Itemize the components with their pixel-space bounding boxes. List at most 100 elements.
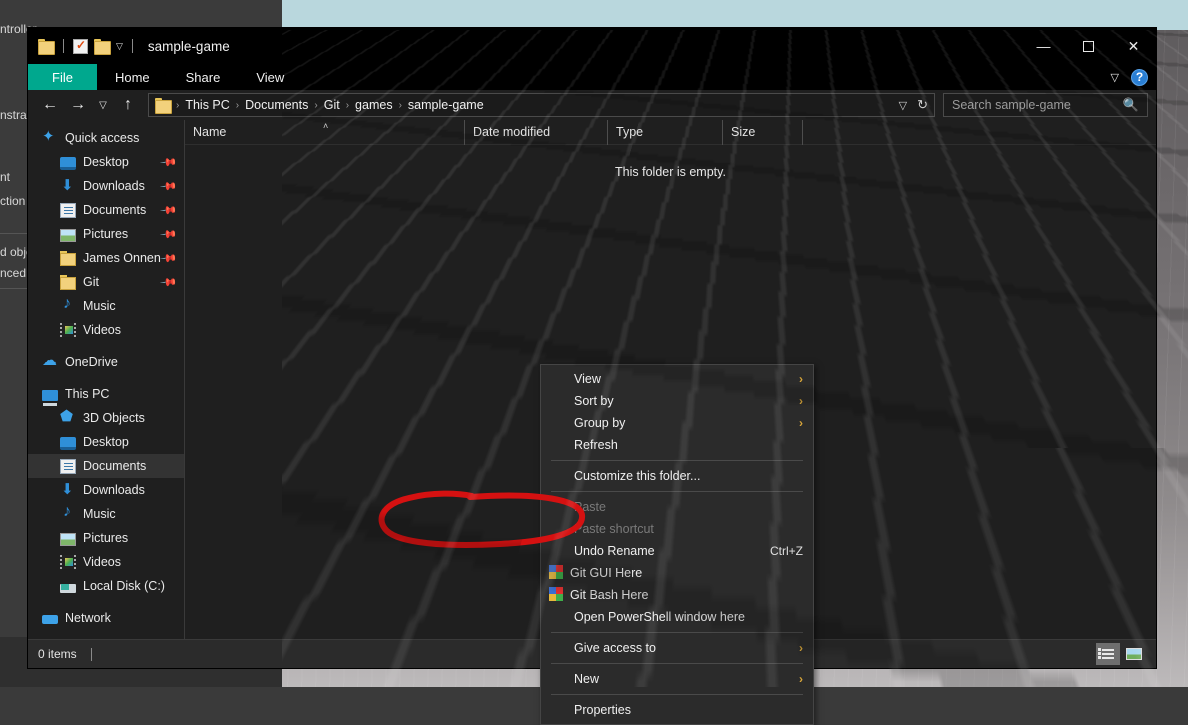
maximize-button[interactable] (1066, 28, 1111, 64)
sidebar-item-pictures-qa[interactable]: Pictures 📌 (28, 222, 184, 246)
navigation-pane[interactable]: Quick access Desktop 📌 Downloads 📌 Docum… (28, 120, 185, 665)
sidebar-label: Music (83, 299, 116, 313)
context-menu-item-view[interactable]: View › (541, 368, 813, 390)
details-view-button[interactable] (1096, 643, 1120, 665)
chevron-right-icon: › (799, 394, 803, 408)
bg-text-2: nt (0, 170, 10, 184)
sidebar-group-this-pc[interactable]: This PC (28, 382, 184, 406)
sidebar-item-music[interactable]: Music (28, 502, 184, 526)
sidebar-item-3d-objects[interactable]: 3D Objects (28, 406, 184, 430)
refresh-icon[interactable]: ↻ (917, 97, 928, 113)
context-menu-item-git-gui-here[interactable]: Git GUI Here (541, 562, 813, 584)
address-bar[interactable]: › This PC › Documents › Git › games › sa… (148, 93, 935, 117)
sidebar-label: Documents (83, 203, 146, 217)
context-menu-item-customize-this-folder[interactable]: Customize this folder... (541, 465, 813, 487)
new-folder-icon[interactable] (94, 39, 110, 53)
breadcrumb-documents[interactable]: Documents (240, 98, 313, 112)
tab-home[interactable]: Home (97, 64, 168, 90)
folder-icon (60, 250, 76, 266)
pin-icon[interactable]: 📌 (160, 273, 179, 292)
wallpaper-sky (282, 0, 1188, 30)
context-menu-item-sort-by[interactable]: Sort by › (541, 390, 813, 412)
expand-ribbon-chevron-down-icon[interactable]: ▽ (1111, 71, 1119, 84)
sidebar-item-videos-qa[interactable]: Videos (28, 318, 184, 342)
context-menu-item-group-by[interactable]: Group by › (541, 412, 813, 434)
pin-icon[interactable]: 📌 (160, 153, 179, 172)
search-input[interactable]: Search sample-game 🔍 (943, 93, 1148, 117)
help-icon[interactable]: ? (1131, 69, 1148, 86)
tab-view[interactable]: View (238, 64, 302, 90)
sidebar-item-downloads-qa[interactable]: Downloads 📌 (28, 174, 184, 198)
pin-icon[interactable]: 📌 (160, 201, 179, 220)
tab-file[interactable]: File (28, 64, 97, 90)
column-header-size[interactable]: Size (722, 120, 802, 145)
column-header-date-modified[interactable]: Date modified (464, 120, 607, 145)
close-button[interactable]: ✕ (1111, 28, 1156, 64)
tab-share[interactable]: Share (168, 64, 239, 90)
qat-separator-2 (132, 39, 133, 53)
pin-icon[interactable]: 📌 (160, 177, 179, 196)
breadcrumb-games[interactable]: games (350, 98, 398, 112)
menu-separator (551, 491, 803, 492)
sidebar-label: Network (65, 611, 111, 625)
pin-icon[interactable]: 📌 (160, 249, 179, 268)
folder-icon[interactable] (38, 39, 54, 53)
context-menu-item-paste: Paste (541, 496, 813, 518)
context-menu-item-give-access-to[interactable]: Give access to › (541, 637, 813, 659)
breadcrumb-git[interactable]: Git (319, 98, 345, 112)
bg-text-3: ction (0, 194, 25, 208)
sidebar-item-documents[interactable]: Documents (28, 454, 184, 478)
menu-label: Give access to (574, 641, 656, 655)
context-menu-item-open-powershell-window-here[interactable]: Open PowerShell window here (541, 606, 813, 628)
sidebar-label: Git (83, 275, 99, 289)
details-view-icon (1102, 649, 1114, 659)
bg-text-1: nstrai (0, 108, 29, 122)
breadcrumb-this-pc[interactable]: This PC (180, 98, 234, 112)
sidebar-group-onedrive[interactable]: OneDrive (28, 350, 184, 374)
sidebar-item-downloads[interactable]: Downloads (28, 478, 184, 502)
sidebar-item-music-qa[interactable]: Music (28, 294, 184, 318)
sidebar-item-pictures[interactable]: Pictures (28, 526, 184, 550)
window-controls: — ✕ (1021, 28, 1156, 64)
context-menu-item-git-bash-here[interactable]: Git Bash Here (541, 584, 813, 606)
column-header-type[interactable]: Type (607, 120, 722, 145)
up-button[interactable]: ↑ (114, 92, 142, 118)
properties-icon[interactable] (73, 39, 88, 54)
address-bar-actions: ▽ ↻ (899, 97, 928, 113)
recent-locations-chevron-down-icon[interactable]: ▽ (92, 92, 114, 118)
chevron-right-icon: › (799, 641, 803, 655)
large-icons-view-button[interactable] (1122, 643, 1146, 665)
column-header-name[interactable]: Name ˄ (185, 120, 464, 145)
sidebar-item-desktop[interactable]: Desktop (28, 430, 184, 454)
file-list-pane[interactable]: Name ˄ Date modified Type Size This fold… (185, 120, 1156, 665)
menu-label: Customize this folder... (574, 469, 700, 483)
context-menu-item-refresh[interactable]: Refresh (541, 434, 813, 456)
minimize-button[interactable]: — (1021, 28, 1066, 64)
navigation-bar: ← → ▽ ↑ › This PC › Documents › Git › ga… (28, 90, 1156, 120)
sidebar-group-quick-access[interactable]: Quick access (28, 126, 184, 150)
sidebar-item-videos[interactable]: Videos (28, 550, 184, 574)
back-button[interactable]: ← (36, 92, 64, 118)
forward-button[interactable]: → (64, 92, 92, 118)
sidebar-item-git[interactable]: Git 📌 (28, 270, 184, 294)
sidebar-label: Local Disk (C:) (83, 579, 165, 593)
breadcrumb-sample-game[interactable]: sample-game (403, 98, 489, 112)
pin-icon[interactable]: 📌 (160, 225, 179, 244)
menu-separator (551, 663, 803, 664)
context-menu-item-undo-rename[interactable]: Undo Rename Ctrl+Z (541, 540, 813, 562)
music-note-icon (60, 506, 76, 522)
chevron-down-icon[interactable]: ▽ (116, 42, 123, 51)
menu-accelerator: Ctrl+Z (770, 544, 803, 558)
address-dropdown-chevron-down-icon[interactable]: ▽ (899, 99, 907, 112)
search-icon[interactable]: 🔍 (1123, 97, 1139, 113)
sidebar-label: Desktop (83, 155, 129, 169)
document-icon (60, 459, 76, 474)
context-menu-item-properties[interactable]: Properties (541, 699, 813, 721)
sidebar-item-desktop-qa[interactable]: Desktop 📌 (28, 150, 184, 174)
context-menu[interactable]: View › Sort by › Group by › Refresh Cust… (540, 364, 814, 725)
sidebar-group-network[interactable]: Network (28, 606, 184, 630)
download-arrow-icon (60, 482, 76, 498)
sidebar-item-documents-qa[interactable]: Documents 📌 (28, 198, 184, 222)
sidebar-item-james-onnen[interactable]: James Onnen 📌 (28, 246, 184, 270)
sidebar-item-local-disk[interactable]: Local Disk (C:) (28, 574, 184, 598)
